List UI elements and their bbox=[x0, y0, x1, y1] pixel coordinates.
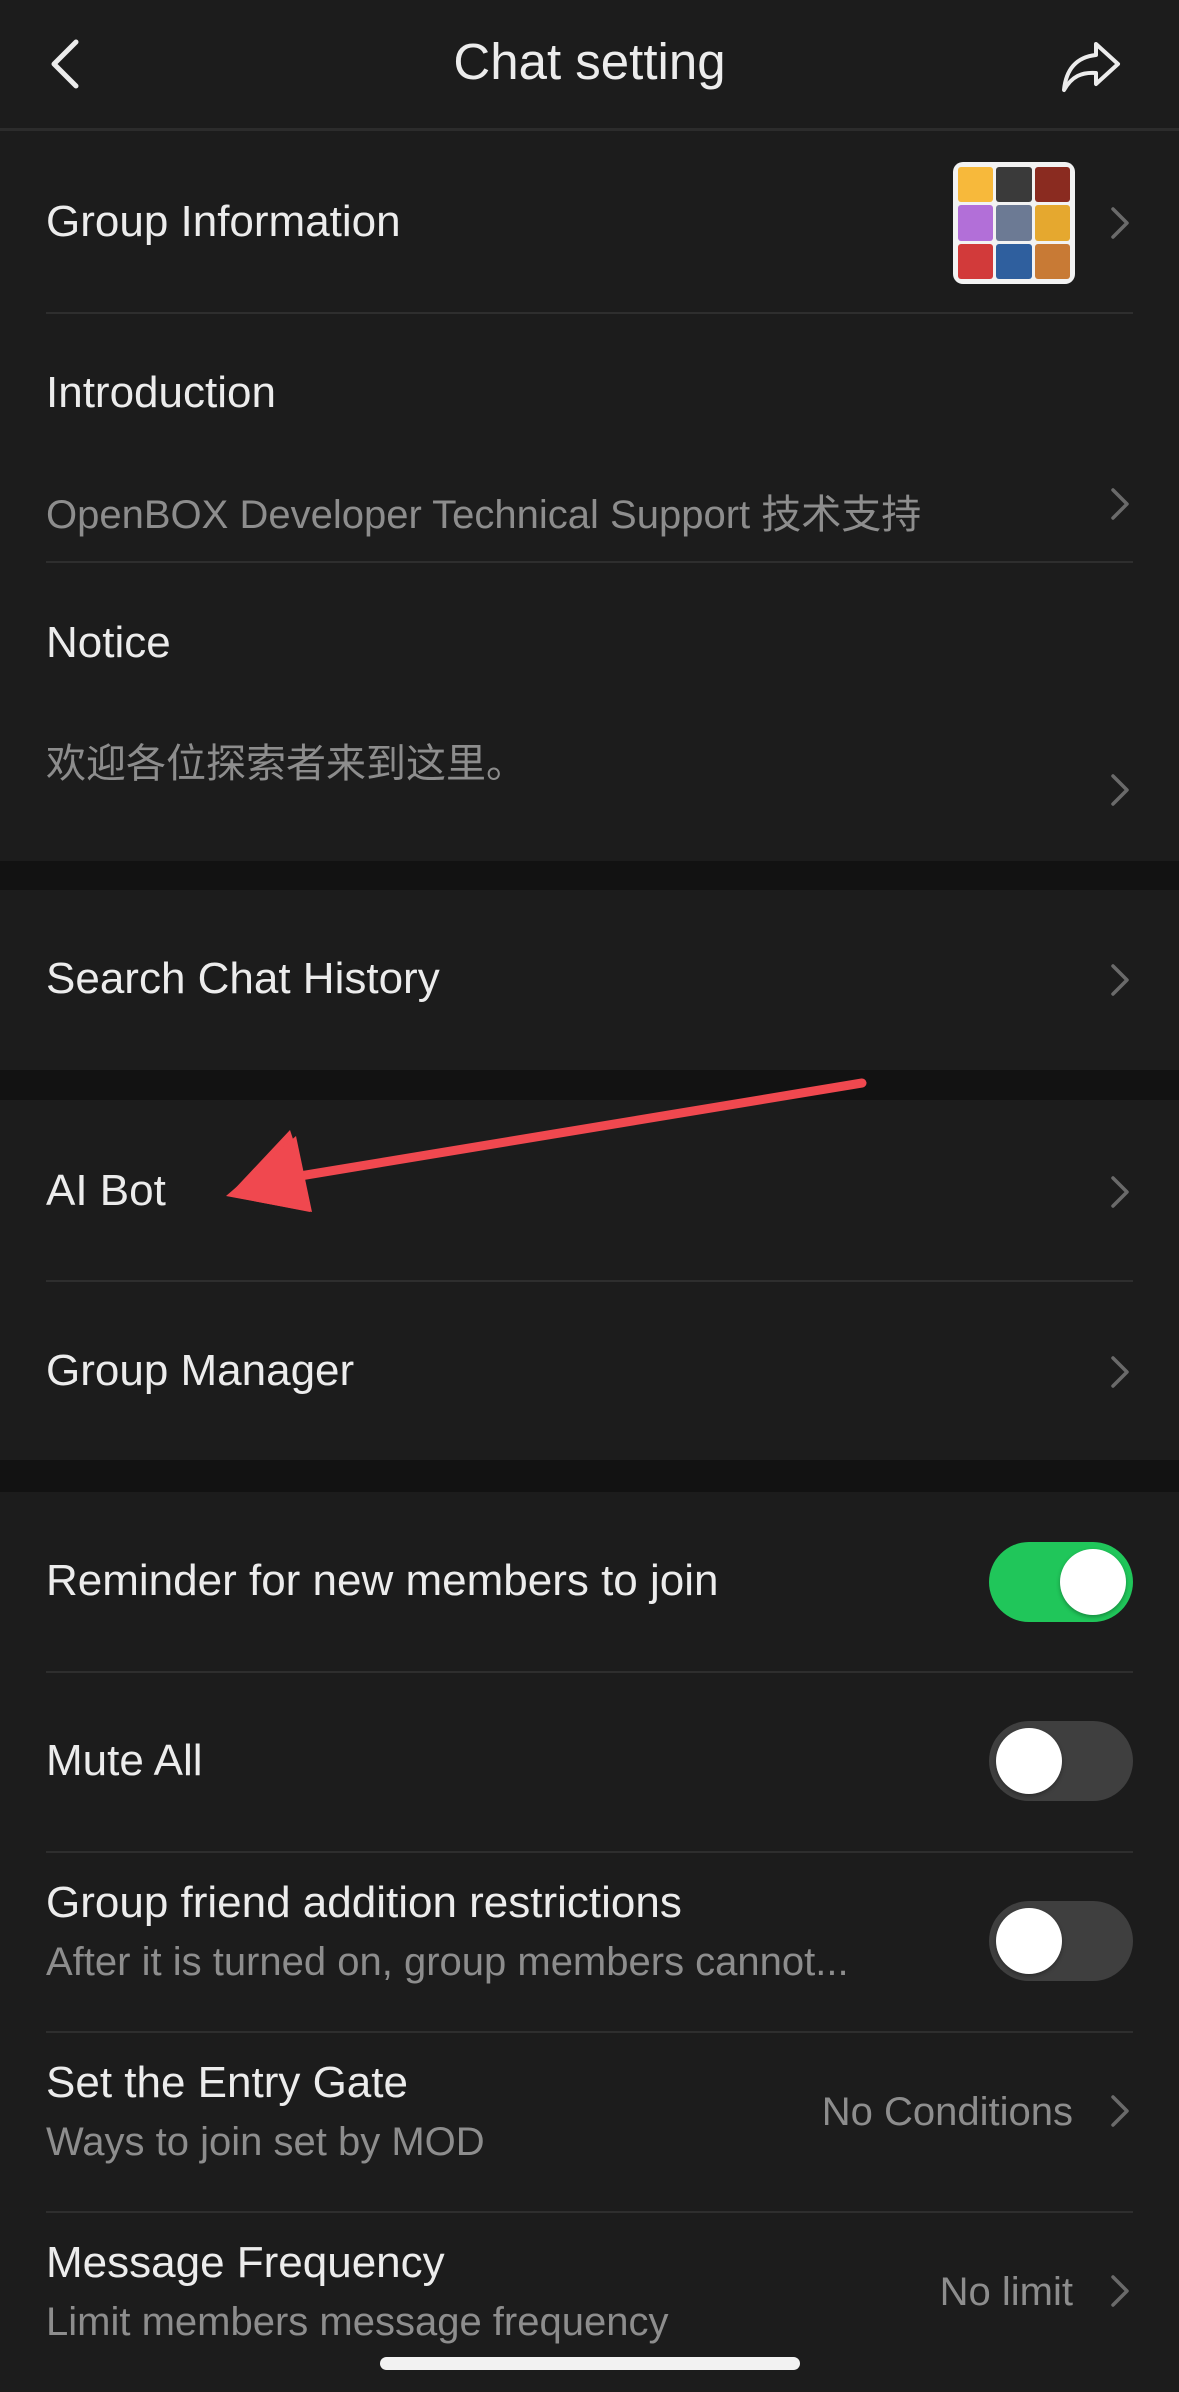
friend-restrictions-label: Group friend addition restrictions bbox=[46, 1878, 682, 1927]
group-information-row[interactable]: Group Information bbox=[0, 131, 1179, 313]
chevron-right-icon bbox=[1111, 1176, 1129, 1208]
friend-restrictions-description: After it is turned on, group members can… bbox=[46, 1940, 849, 1984]
ai-bot-label: AI Bot bbox=[46, 1166, 166, 1215]
message-frequency-label: Message Frequency bbox=[46, 2238, 445, 2287]
share-arrow-icon bbox=[1062, 42, 1120, 92]
search-section: Search Chat History bbox=[0, 890, 1179, 1070]
group-information-label: Group Information bbox=[46, 197, 401, 246]
chevron-right-icon bbox=[1111, 774, 1129, 806]
bot-manager-section: AI Bot Group Manager bbox=[0, 1100, 1179, 1460]
notice-label: Notice bbox=[46, 618, 171, 667]
friend-restrictions-row: Group friend addition restrictions After… bbox=[0, 1853, 1179, 2031]
entry-gate-description: Ways to join set by MOD bbox=[46, 2120, 485, 2164]
entry-gate-row[interactable]: Set the Entry Gate Ways to join set by M… bbox=[0, 2033, 1179, 2211]
group-manager-row[interactable]: Group Manager bbox=[0, 1282, 1179, 1460]
page-title: Chat setting bbox=[453, 33, 726, 90]
message-frequency-description: Limit members message frequency bbox=[46, 2300, 669, 2344]
ai-bot-row[interactable]: AI Bot bbox=[0, 1100, 1179, 1280]
friend-restrictions-toggle[interactable] bbox=[989, 1901, 1133, 1981]
home-indicator bbox=[380, 2357, 800, 2370]
mute-all-label: Mute All bbox=[46, 1736, 203, 1785]
entry-gate-value: No Conditions bbox=[821, 2090, 1073, 2134]
chevron-right-icon bbox=[1111, 964, 1129, 996]
chevron-right-icon bbox=[1111, 488, 1129, 520]
introduction-row[interactable]: Introduction OpenBOX Developer Technical… bbox=[0, 314, 1179, 562]
chevron-right-icon bbox=[1111, 1356, 1129, 1388]
nav-bar: Chat setting bbox=[0, 0, 1179, 131]
reminder-toggle[interactable] bbox=[989, 1542, 1133, 1622]
notice-text: 欢迎各位探索者来到这里。 bbox=[46, 742, 526, 786]
search-chat-history-label: Search Chat History bbox=[46, 954, 440, 1003]
permissions-section: Reminder for new members to join Mute Al… bbox=[0, 1492, 1179, 2392]
notice-row[interactable]: Notice 欢迎各位探索者来到这里。 bbox=[0, 563, 1179, 861]
introduction-label: Introduction bbox=[46, 368, 276, 417]
mute-all-toggle[interactable] bbox=[989, 1721, 1133, 1801]
chevron-right-icon bbox=[1111, 2275, 1129, 2307]
group-avatar bbox=[953, 162, 1075, 284]
message-frequency-value: No limit bbox=[939, 2270, 1073, 2314]
share-button[interactable] bbox=[1051, 26, 1131, 106]
search-chat-history-row[interactable]: Search Chat History bbox=[0, 890, 1179, 1070]
entry-gate-label: Set the Entry Gate bbox=[46, 2058, 408, 2107]
chevron-right-icon bbox=[1111, 207, 1129, 239]
introduction-text: OpenBOX Developer Technical Support 技术支持 bbox=[46, 493, 922, 537]
chevron-right-icon bbox=[1111, 2095, 1129, 2127]
reminder-label: Reminder for new members to join bbox=[46, 1556, 719, 1605]
mute-all-row: Mute All bbox=[0, 1673, 1179, 1851]
group-info-section: Group Information Introduction OpenBOX D… bbox=[0, 131, 1179, 861]
group-manager-label: Group Manager bbox=[46, 1346, 355, 1395]
reminder-row: Reminder for new members to join bbox=[0, 1492, 1179, 1672]
